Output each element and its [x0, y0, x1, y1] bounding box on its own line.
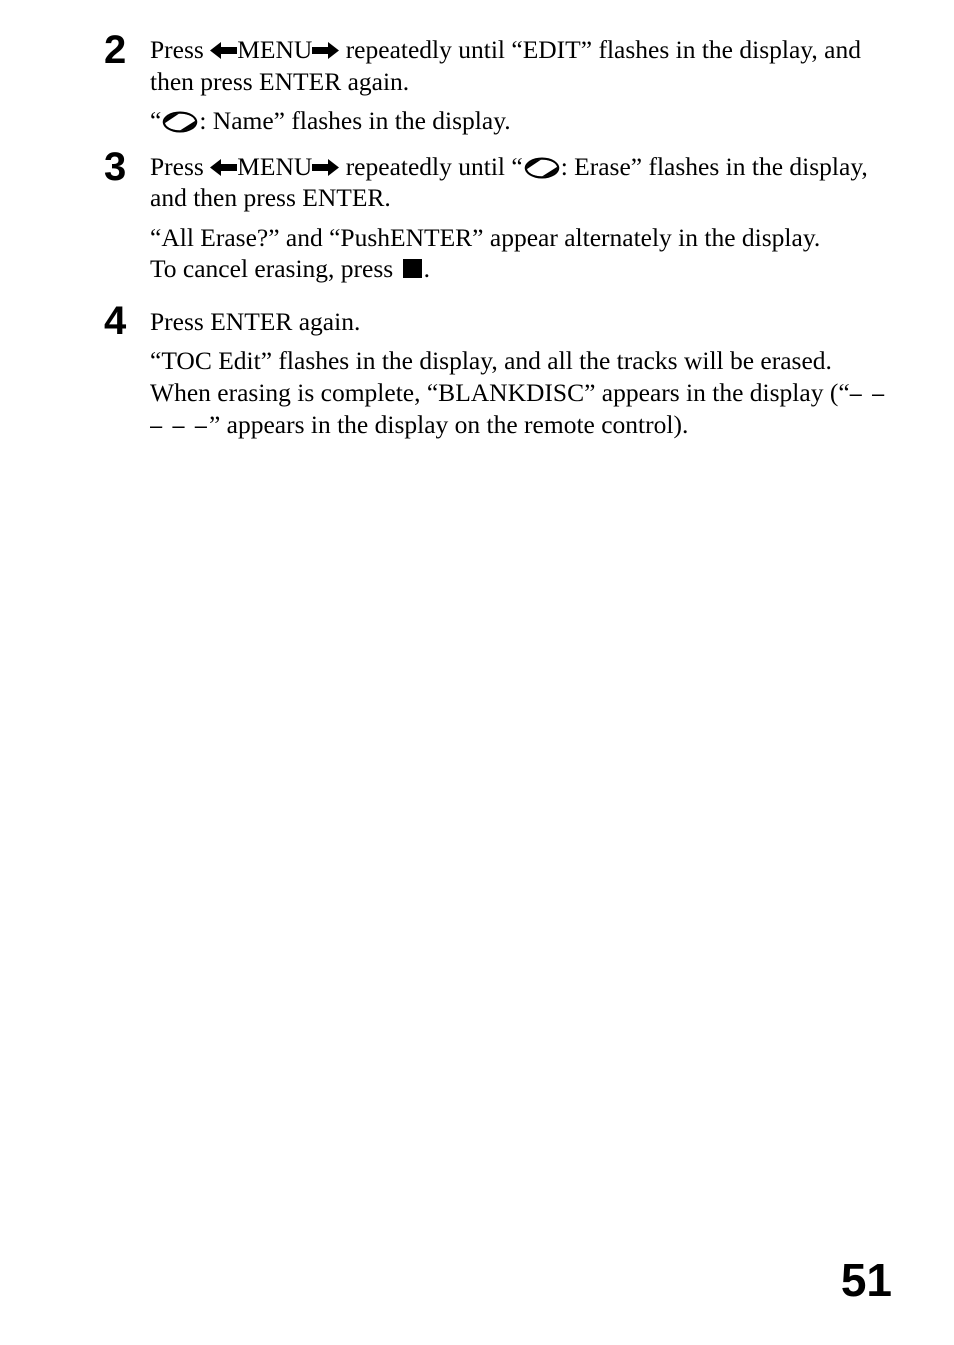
s3n2-text-2: . — [423, 254, 430, 283]
stop-button-icon — [402, 259, 422, 278]
s3l1-text-0: Press — [150, 151, 211, 181]
s4n1-text-0: “TOC Edit” flashes in the display, and a… — [150, 346, 832, 375]
s2n1-text-0: “ — [150, 106, 162, 135]
page-content: 2 Press MENU repeatedly until “EDIT” flas… — [104, 30, 894, 446]
step-instruction: Press MENU repeatedly until “EDIT” flash… — [150, 34, 894, 97]
step-3: 3 Press MENU repeatedly until “: Erase” f… — [104, 147, 894, 285]
s3n2-text-0: To cancel erasing, press — [150, 254, 400, 283]
s4l1-text-0: Press ENTER again. — [150, 306, 361, 336]
step-4: 4 Press ENTER again. “TOC Edit” flashes in… — [104, 298, 894, 442]
left-arrow-icon — [210, 41, 238, 60]
s3n1-text-0: “All Erase?” and “PushENTER” appear alte… — [150, 222, 821, 252]
step-note: “All Erase?” and “PushENTER” appear alte… — [150, 222, 894, 254]
s3l1-text-4: repeatedly until “ — [339, 151, 523, 181]
minidisc-icon — [524, 157, 560, 179]
page-number: 51 — [840, 1254, 892, 1306]
step-number-3: 3 — [104, 144, 126, 189]
step-2: 2 Press MENU repeatedly until “EDIT” flas… — [104, 30, 894, 137]
step-body-3: Press MENU repeatedly until “: Erase” fl… — [150, 151, 894, 285]
step-body-4: Press ENTER again. “TOC Edit” flashes in … — [150, 303, 894, 442]
s3l1-text-2: MENU — [237, 151, 313, 181]
step-number-4: 4 — [104, 298, 126, 343]
s4n2-text-2: ” appears in the display on the remote c… — [208, 410, 689, 439]
manual-page: 2 Press MENU repeatedly until “EDIT” flas… — [0, 0, 954, 1345]
right-arrow-icon — [312, 41, 340, 60]
step-note: “TOC Edit” flashes in the display, and a… — [150, 345, 894, 377]
right-arrow-icon — [312, 158, 340, 177]
left-arrow-icon — [210, 158, 238, 177]
step-note: To cancel erasing, press . — [150, 253, 894, 285]
s4n2-text-0: When erasing is complete, “BLANKDISC” ap… — [150, 377, 850, 407]
step-instruction: Press MENU repeatedly until “: Erase” fl… — [150, 151, 894, 214]
step-number-2: 2 — [104, 28, 126, 72]
s2l1-text-2: MENU — [237, 35, 313, 64]
step-note: When erasing is complete, “BLANKDISC” ap… — [150, 377, 894, 442]
step-body-2: Press MENU repeatedly until “EDIT” flash… — [150, 34, 894, 137]
s2l1-text-0: Press — [150, 35, 211, 64]
step-note: “ : Name” flashes in the display. — [150, 105, 894, 137]
minidisc-icon — [162, 111, 198, 133]
step-instruction: Press ENTER again. — [150, 303, 894, 338]
s2n1-text-2: : Name” flashes in the display. — [199, 106, 511, 135]
